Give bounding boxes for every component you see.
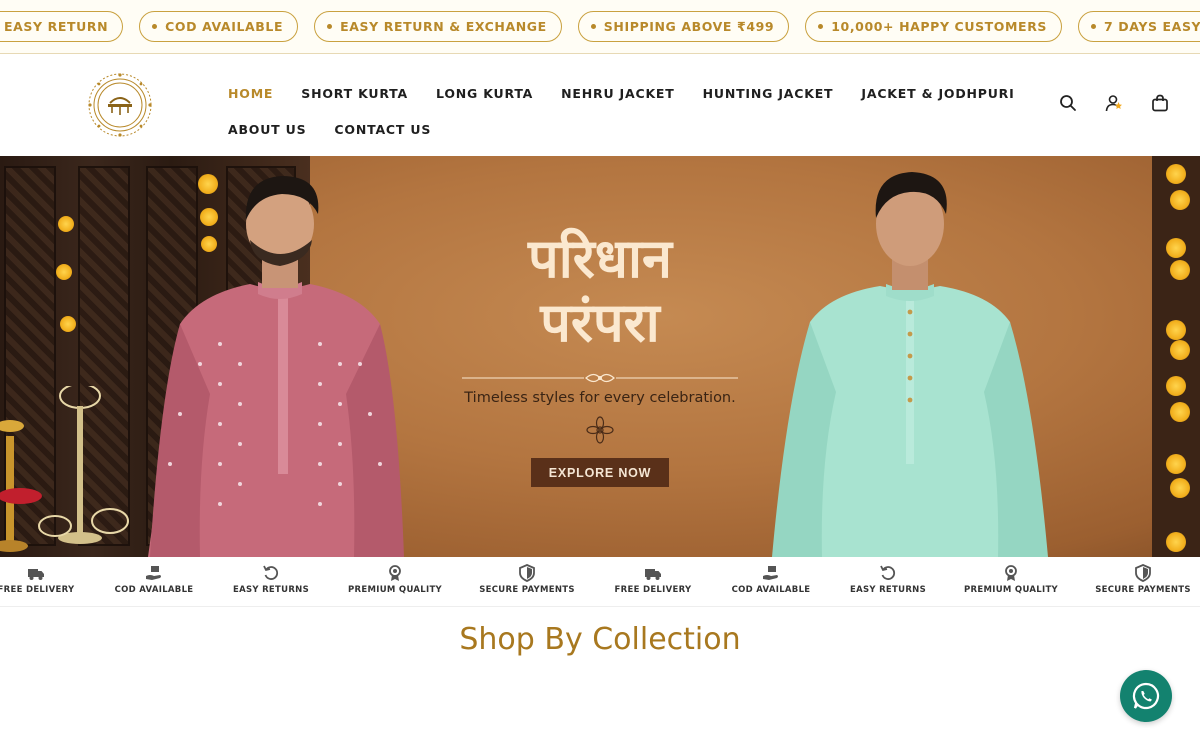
- feature-item: EASY RETURNS: [216, 564, 326, 595]
- feature-item: FREE DELIVERY: [0, 564, 91, 595]
- cart-icon[interactable]: [1150, 93, 1170, 113]
- return-icon: [880, 565, 896, 580]
- nav-short-kurta[interactable]: SHORT KURTA: [301, 86, 408, 101]
- feature-item: COD AVAILABLE: [716, 564, 826, 595]
- return-icon: [263, 565, 279, 580]
- nav-nehru-jacket[interactable]: NEHRU JACKET: [561, 86, 674, 101]
- marquee-pill: SHIPPING ABOVE ₹499: [577, 11, 790, 42]
- header-actions: [1058, 93, 1170, 113]
- nav-home[interactable]: HOME: [228, 86, 273, 101]
- nav-about-us[interactable]: ABOUT US: [228, 122, 306, 137]
- feature-item: PREMIUM QUALITY: [956, 564, 1066, 595]
- hero-tagline: Timeless styles for every celebration.: [464, 390, 736, 406]
- feature-item: SECURE PAYMENTS: [1088, 564, 1198, 595]
- explore-now-button[interactable]: EXPLORE NOW: [531, 458, 669, 487]
- medal-icon: [389, 565, 401, 581]
- hero-banner: परिधान परंपरा Timeless styles for every …: [0, 156, 1200, 557]
- site-header: HOME SHORT KURTA LONG KURTA NEHRU JACKET…: [0, 55, 1200, 156]
- truck-icon: [645, 569, 661, 580]
- flower-ornament-icon: [586, 416, 614, 444]
- ornament-divider-icon: [462, 373, 738, 383]
- main-nav: HOME SHORT KURTA LONG KURTA NEHRU JACKET…: [228, 75, 1014, 147]
- feature-item: PREMIUM QUALITY: [340, 564, 450, 595]
- marquee-pill: EASY RETURN: [0, 11, 124, 42]
- announcement-marquee: EASY RETURN COD AVAILABLE EASY RETURN & …: [0, 0, 1200, 54]
- brand-logo[interactable]: [86, 71, 154, 139]
- truck-icon: [28, 569, 44, 580]
- feature-item: COD AVAILABLE: [99, 564, 209, 595]
- marquee-pill: 10,000+ HAPPY CUSTOMERS: [805, 11, 1063, 42]
- hero-title: परिधान परंपरा: [528, 226, 672, 354]
- brass-lamp-decor: [0, 386, 129, 552]
- cash-hand-icon: [763, 566, 778, 580]
- feature-item: SECURE PAYMENTS: [472, 564, 582, 595]
- whatsapp-icon: [1132, 682, 1160, 710]
- marquee-pill: EASY RETURN & EXCHANGE: [314, 11, 562, 42]
- nav-long-kurta[interactable]: LONG KURTA: [436, 86, 533, 101]
- account-icon[interactable]: [1104, 93, 1124, 113]
- marquee-pill: COD AVAILABLE: [139, 11, 299, 42]
- marquee-pill: 7 DAYS EASY RETURN: [1078, 11, 1200, 42]
- medal-icon: [1005, 565, 1017, 581]
- features-strip: FREE DELIVERY COD AVAILABLE EASY RETURNS…: [0, 557, 1200, 607]
- feature-item: FREE DELIVERY: [598, 564, 708, 595]
- feature-item: EASY RETURNS: [833, 564, 943, 595]
- nav-hunting-jacket[interactable]: HUNTING JACKET: [703, 86, 834, 101]
- search-icon[interactable]: [1058, 93, 1078, 113]
- cash-hand-icon: [146, 566, 161, 580]
- model-pink-kurta: [148, 176, 404, 557]
- shop-by-collection-heading: Shop By Collection: [459, 622, 741, 657]
- shield-icon: [519, 564, 535, 582]
- model-mint-kurta: [772, 172, 1048, 557]
- nav-contact-us[interactable]: CONTACT US: [334, 122, 431, 137]
- nav-jacket-jodhpuri[interactable]: JACKET & JODHPURI: [861, 86, 1014, 101]
- shield-icon: [1135, 564, 1151, 582]
- whatsapp-chat-button[interactable]: [1120, 670, 1172, 722]
